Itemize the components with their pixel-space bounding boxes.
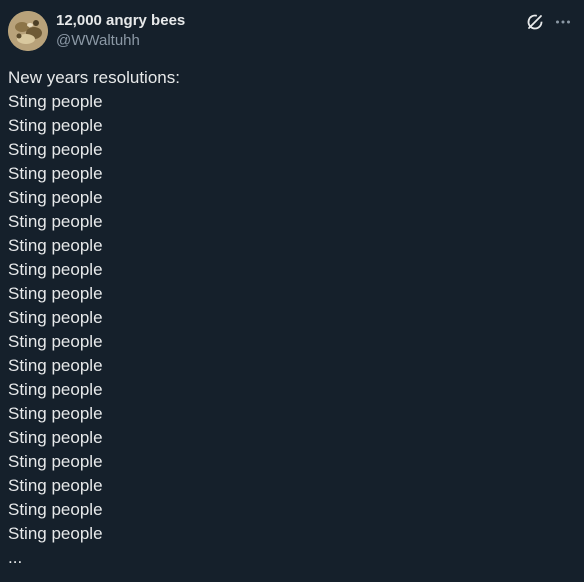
tweet-line: Sting people [8,140,103,159]
author-handle[interactable]: @WWaltuhh [56,31,185,51]
tweet-line: Sting people [8,116,103,135]
tweet-line: Sting people [8,236,103,255]
author-display-name[interactable]: 12,000 angry bees [56,11,185,31]
tweet-line: Sting people [8,332,103,351]
tweet-line-heading: New years resolutions: [8,68,180,87]
tweet-text: New years resolutions: Sting people Stin… [8,66,574,570]
tweet-line: Sting people [8,380,103,399]
tweet-line: Sting people [8,308,103,327]
tweet-line: Sting people [8,476,103,495]
tweet-line: Sting people [8,524,103,543]
tweet: 12,000 angry bees @WWaltuhh New years re… [0,0,584,582]
more-icon[interactable] [552,11,574,33]
avatar[interactable] [8,11,48,51]
author-info: 12,000 angry bees @WWaltuhh [56,11,185,51]
tweet-line: Sting people [8,428,103,447]
tweet-line: Sting people [8,500,103,519]
tweet-line: Sting people [8,260,103,279]
tweet-line: Sting people [8,452,103,471]
grok-icon[interactable] [524,11,546,33]
tweet-line: Sting people [8,164,103,183]
tweet-line-ellipsis: ... [8,548,23,567]
tweet-line: Sting people [8,404,103,423]
tweet-line: Sting people [8,92,103,111]
header-actions [524,11,574,33]
tweet-line: Sting people [8,284,103,303]
tweet-line: Sting people [8,212,103,231]
tweet-line: Sting people [8,356,103,375]
tweet-line: Sting people [8,188,103,207]
